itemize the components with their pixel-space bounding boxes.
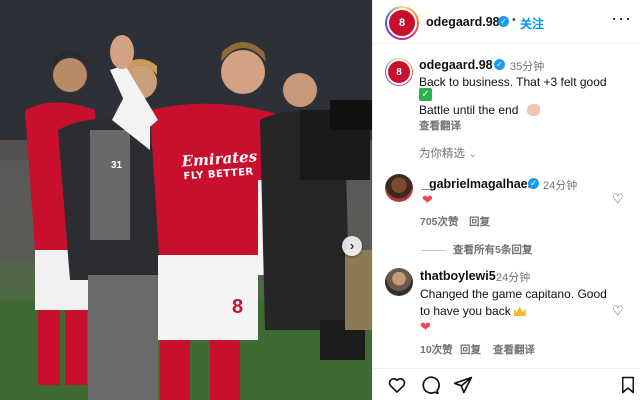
story-ring[interactable]: 8 (385, 6, 419, 40)
comment-text-content: Changed the game capitano. Good to have … (420, 287, 607, 318)
crown-emoji-icon (513, 307, 526, 316)
bib-number: 31 (111, 160, 123, 171)
post-action-bar (373, 368, 640, 400)
caption-text-line2: Battle until the end (419, 103, 519, 117)
caption-username[interactable]: odegaard.98 (419, 58, 493, 72)
separator-dot: • (512, 14, 516, 26)
photo-illustration (0, 0, 372, 400)
comment-bubble-icon[interactable] (420, 375, 440, 395)
comment-avatar[interactable] (385, 174, 413, 202)
view-replies-label: 查看所有5条回复 (453, 244, 533, 256)
comment-timestamp[interactable]: 24分钟 (496, 269, 530, 285)
chevron-down-icon: ⌄ (469, 149, 477, 159)
flexed-biceps-emoji-icon (527, 104, 540, 116)
comment-avatar[interactable] (385, 268, 413, 296)
reply-button[interactable]: 回复 (460, 342, 481, 357)
comment-timestamp[interactable]: 24分钟 (543, 177, 577, 193)
shorts-number: 8 (232, 296, 244, 318)
avatar[interactable]: 8 (387, 8, 417, 38)
comment-sort-label: 为你精选 (419, 148, 465, 160)
carousel-next-button[interactable]: › (342, 236, 362, 256)
post-header: 8 odegaard.98 ✓ • 关注 ··· (373, 0, 640, 44)
caption-timestamp[interactable]: 35分钟 (510, 58, 544, 74)
verified-badge-icon: ✓ (498, 16, 509, 27)
header-username[interactable]: odegaard.98 (426, 15, 500, 29)
see-translation-link[interactable]: 查看翻译 (419, 118, 461, 133)
comment-sort-dropdown[interactable]: 为你精选 ⌄ (419, 145, 477, 161)
reply-button[interactable]: 回复 (469, 214, 490, 229)
post-photo[interactable]: Emirates FLY BETTER 8 31 › (0, 0, 372, 400)
caption-text: Back to business. That +3 felt good (419, 75, 607, 89)
like-heart-icon[interactable] (387, 375, 407, 395)
comment-text: Changed the game capitano. Good to have … (420, 286, 620, 320)
comment-like-count[interactable]: 705次赞 (420, 214, 459, 229)
comment-heart-emoji: ❤ (422, 192, 433, 207)
caption-story-ring[interactable]: 8 (385, 58, 413, 86)
comment-username[interactable]: thatboylewi5 (420, 269, 496, 283)
replies-divider-line (421, 249, 445, 251)
more-options-icon[interactable]: ··· (611, 8, 632, 29)
avatar-number: 8 (398, 17, 406, 29)
avatar[interactable]: 8 (386, 59, 412, 85)
comment-heart-emoji: ❤ (420, 319, 431, 334)
save-bookmark-icon[interactable] (619, 375, 637, 395)
share-paper-plane-icon[interactable] (453, 375, 473, 395)
verified-badge-icon: ✓ (528, 178, 539, 189)
like-comment-heart-icon[interactable]: ♡ (612, 303, 624, 319)
post-side-panel: 8 odegaard.98 ✓ • 关注 ··· 8 odegaard.98 ✓… (372, 0, 640, 400)
sponsor-logo: Emirates FLY BETTER (181, 147, 258, 183)
view-replies-button[interactable]: 查看所有5条回复 (421, 242, 532, 257)
comment-like-count[interactable]: 10次赞 (420, 342, 453, 357)
follow-button[interactable]: 关注 (520, 15, 544, 32)
see-translation-link[interactable]: 查看翻译 (493, 342, 535, 357)
check-mark-emoji-icon: ✓ (419, 88, 432, 101)
like-comment-heart-icon[interactable]: ♡ (612, 191, 624, 207)
verified-badge-icon: ✓ (494, 59, 505, 70)
avatar-number: 8 (396, 66, 402, 78)
comment-username[interactable]: _gabrielmagalhaes (422, 177, 535, 191)
chevron-right-icon: › (349, 238, 355, 253)
